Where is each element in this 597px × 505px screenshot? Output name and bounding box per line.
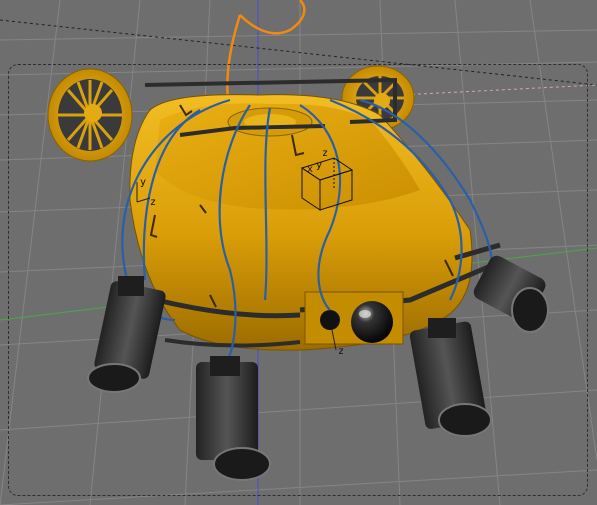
front-gizmo-z-label: z [338, 346, 344, 357]
gizmo-y-label: y [316, 160, 322, 171]
gizmo-z-label: z [322, 148, 328, 159]
side-gizmo-z-label: z [150, 197, 156, 208]
thruster-right-side[interactable] [471, 253, 549, 333]
viewport-canvas[interactable]: x y z y z z [0, 0, 597, 505]
side-gizmo-y-label: y [140, 177, 146, 188]
rov-hull[interactable] [119, 77, 501, 351]
thruster-left-front[interactable] [87, 276, 167, 393]
rear-left-fan-thruster[interactable] [47, 68, 133, 162]
gizmo-x-label: x [307, 164, 313, 175]
thruster-left-rear[interactable] [196, 356, 271, 481]
thruster-right-front[interactable] [409, 318, 492, 437]
3d-viewport[interactable]: x y z y z z [0, 0, 597, 505]
